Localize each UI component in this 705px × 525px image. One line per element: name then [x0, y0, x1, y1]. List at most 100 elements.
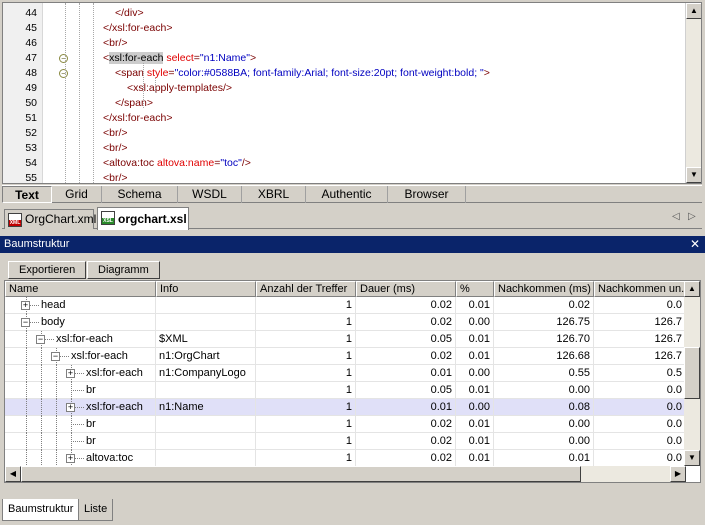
column-header[interactable]: Anzahl der Treffer	[256, 281, 356, 297]
info-cell: n1:Name	[156, 399, 256, 416]
code-token: <br/>	[103, 37, 128, 49]
column-header[interactable]: %	[456, 281, 494, 297]
view-tab-bar: Text Grid Schema WSDL XBRL Authentic Browser	[2, 185, 702, 203]
column-header[interactable]: Dauer (ms)	[356, 281, 456, 297]
table-row[interactable]: − body 1 0.02 0.00 126.75 126.7	[5, 314, 686, 331]
code-line[interactable]: </div>	[115, 6, 144, 21]
indent-guide	[65, 3, 66, 183]
pct-cell: 0.01	[456, 348, 494, 365]
code-token: <altova:toc	[103, 157, 157, 169]
tree-line	[26, 450, 27, 467]
code-line[interactable]: <altova:toc altova:name="toc"/>	[103, 156, 251, 171]
code-line[interactable]: </span>	[115, 96, 153, 111]
node-name: br	[86, 418, 96, 430]
document-tab-bar: ◁ ▷ XML OrgChart.xml XSL orgchart.xsl	[2, 207, 702, 230]
expand-icon[interactable]: +	[66, 369, 75, 378]
expand-icon[interactable]: +	[66, 403, 75, 412]
fold-toggle-icon[interactable]: −	[59, 54, 68, 63]
expand-icon[interactable]: +	[21, 301, 30, 310]
expand-icon[interactable]: +	[66, 454, 75, 463]
code-line[interactable]: <br/>	[103, 141, 128, 156]
document-tab[interactable]: XSL orgchart.xsl	[97, 207, 189, 230]
name-cell: br	[5, 433, 156, 450]
table-row[interactable]: + xsl:for-each n1:CompanyLogo 1 0.01 0.00 0.55…	[5, 365, 686, 382]
hits-cell: 1	[256, 331, 356, 348]
collapse-icon[interactable]: −	[36, 335, 45, 344]
collapse-icon[interactable]: −	[21, 318, 30, 327]
scroll-right-button[interactable]: ▶	[670, 466, 686, 482]
tab-scroll-left-icon[interactable]: ◁	[672, 211, 680, 222]
descu-cell: 0.0	[594, 433, 686, 450]
column-header[interactable]: Nachkommen (ms)	[494, 281, 594, 297]
scroll-left-button[interactable]: ◀	[5, 466, 21, 482]
editor-vertical-scrollbar[interactable]: ▲ ▼	[685, 3, 701, 183]
column-header[interactable]: Info	[156, 281, 256, 297]
info-cell	[156, 314, 256, 331]
document-tab[interactable]: XML OrgChart.xml	[4, 209, 97, 229]
hits-cell: 1	[256, 433, 356, 450]
code-token: xsl:for-each	[109, 52, 164, 64]
tree-line	[56, 365, 57, 382]
scroll-up-button[interactable]: ▲	[684, 281, 700, 297]
table-row[interactable]: − xsl:for-each $XML 1 0.05 0.01 126.70 126.7	[5, 331, 686, 348]
descu-cell: 126.7	[594, 331, 686, 348]
tab-xbrl[interactable]: XBRL	[242, 186, 306, 203]
code-line[interactable]: </xsl:for-each>	[103, 111, 172, 126]
table-row[interactable]: + head 1 0.02 0.01 0.02 0.0	[5, 297, 686, 314]
close-icon[interactable]: ✕	[690, 236, 700, 253]
tab-baumstruktur[interactable]: Baumstruktur	[2, 499, 80, 521]
tab-grid[interactable]: Grid	[52, 186, 102, 203]
node-name: xsl:for-each	[86, 367, 143, 379]
tab-scroll-right-icon[interactable]: ▷	[688, 211, 696, 222]
tab-wsdl[interactable]: WSDL	[178, 186, 242, 203]
table-row[interactable]: + xsl:for-each n1:Name 1 0.01 0.00 0.08 0.0	[5, 399, 686, 416]
panel-title: Baumstruktur	[4, 238, 70, 250]
tab-schema[interactable]: Schema	[102, 186, 178, 203]
scroll-down-button[interactable]: ▼	[684, 450, 700, 466]
tree-line	[56, 382, 57, 399]
code-token: </xsl:for-each>	[103, 112, 173, 124]
code-line[interactable]: <br/>	[103, 126, 128, 141]
descu-cell: 0.0	[594, 450, 686, 467]
code-line[interactable]: <br/>	[103, 171, 128, 183]
tree-line	[26, 331, 27, 348]
code-editor[interactable]: 44 45 46 47 48 49 50 51 52 53 54 55 </div> </xsl:for…	[2, 2, 702, 184]
export-button[interactable]: Exportieren	[8, 261, 87, 279]
scrollbar-thumb[interactable]	[21, 466, 581, 482]
table-vertical-scrollbar[interactable]: ▲ ▼	[684, 281, 700, 466]
scroll-down-button[interactable]: ▼	[686, 167, 701, 183]
table-row[interactable]: br 1 0.05 0.01 0.00 0.0	[5, 382, 686, 399]
scroll-up-button[interactable]: ▲	[686, 3, 701, 19]
tab-text[interactable]: Text	[2, 186, 52, 203]
pct-cell: 0.01	[456, 331, 494, 348]
code-line[interactable]: <xsl:for-each select="n1:Name">	[103, 51, 256, 66]
table-row[interactable]: − xsl:for-each n1:OrgChart 1 0.02 0.01 126.68 1…	[5, 348, 686, 365]
collapse-icon[interactable]: −	[51, 352, 60, 361]
node-name: br	[86, 384, 96, 396]
desc-cell: 0.55	[494, 365, 594, 382]
table-row[interactable]: br 10.020.010.000.0	[5, 433, 686, 450]
scrollbar-thumb[interactable]	[684, 347, 700, 399]
diagram-button[interactable]: Diagramm	[87, 261, 160, 279]
hits-cell: 1	[256, 416, 356, 433]
profiler-tree-table[interactable]: Name Info Anzahl der Treffer Dauer (ms)% Nac…	[4, 280, 701, 483]
desc-cell: 126.75	[494, 314, 594, 331]
column-header[interactable]: Nachkommen un...	[594, 281, 686, 297]
fold-toggle-icon[interactable]: −	[59, 69, 68, 78]
table-row[interactable]: br 10.020.010.000.0	[5, 416, 686, 433]
code-line[interactable]: <br/>	[103, 36, 128, 51]
name-cell: + xsl:for-each	[5, 399, 156, 416]
document-tab-label: OrgChart.xml	[25, 212, 97, 226]
column-header[interactable]: Name	[5, 281, 156, 297]
tab-browser[interactable]: Browser	[388, 186, 466, 203]
tab-liste[interactable]: Liste	[78, 499, 114, 521]
tab-authentic[interactable]: Authentic	[306, 186, 388, 203]
code-line[interactable]: <span style="color:#0588BA; font-family:…	[115, 66, 490, 81]
descu-cell: 126.7	[594, 348, 686, 365]
code-line[interactable]: </xsl:for-each>	[103, 21, 172, 36]
bottom-tab-bar: Baumstruktur Liste	[0, 499, 705, 523]
tree-line	[26, 382, 27, 399]
table-row[interactable]: + altova:toc 1 0.02 0.01 0.01 0.0	[5, 450, 686, 467]
table-horizontal-scrollbar[interactable]: ◀ ▶	[5, 466, 686, 482]
line-number: 54	[25, 157, 37, 169]
